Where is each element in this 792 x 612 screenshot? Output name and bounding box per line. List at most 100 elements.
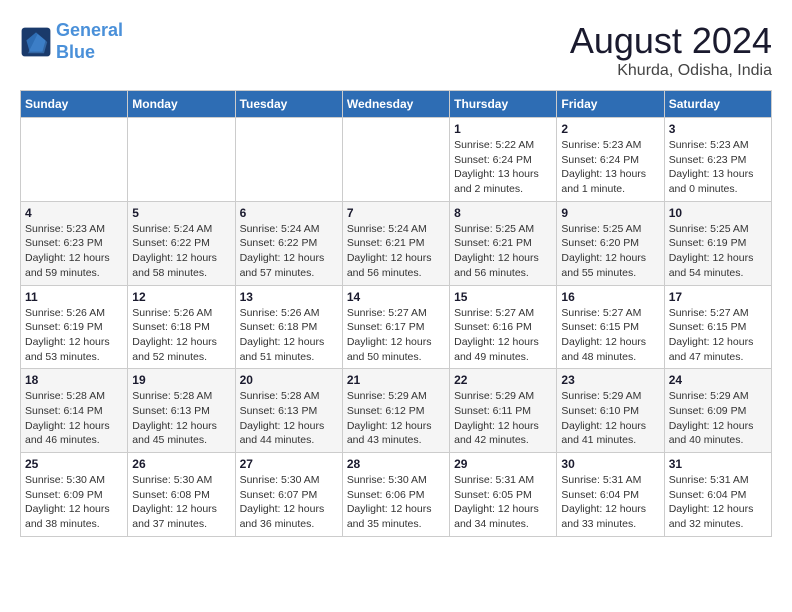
calendar-cell: 8 Sunrise: 5:25 AMSunset: 6:21 PMDaylight… xyxy=(450,201,557,285)
day-number: 23 xyxy=(561,373,659,387)
day-number: 19 xyxy=(132,373,230,387)
day-number: 24 xyxy=(669,373,767,387)
day-info: Sunrise: 5:26 AMSunset: 6:19 PMDaylight:… xyxy=(25,306,123,365)
day-info: Sunrise: 5:27 AMSunset: 6:15 PMDaylight:… xyxy=(669,306,767,365)
calendar-cell: 23 Sunrise: 5:29 AMSunset: 6:10 PMDayligh… xyxy=(557,369,664,453)
day-info: Sunrise: 5:26 AMSunset: 6:18 PMDaylight:… xyxy=(240,306,338,365)
day-info: Sunrise: 5:30 AMSunset: 6:07 PMDaylight:… xyxy=(240,473,338,532)
day-number: 9 xyxy=(561,206,659,220)
calendar-cell: 4 Sunrise: 5:23 AMSunset: 6:23 PMDaylight… xyxy=(21,201,128,285)
calendar-week-row: 18 Sunrise: 5:28 AMSunset: 6:14 PMDayligh… xyxy=(21,369,772,453)
day-number: 3 xyxy=(669,122,767,136)
day-info: Sunrise: 5:30 AMSunset: 6:06 PMDaylight:… xyxy=(347,473,445,532)
calendar-week-row: 25Sunrise: 5:30 AMSunset: 6:09 PMDayligh… xyxy=(21,453,772,537)
calendar-cell: 1Sunrise: 5:22 AMSunset: 6:24 PMDaylight… xyxy=(450,118,557,202)
calendar-week-row: 1Sunrise: 5:22 AMSunset: 6:24 PMDaylight… xyxy=(21,118,772,202)
calendar-cell: 7Sunrise: 5:24 AMSunset: 6:21 PMDaylight… xyxy=(342,201,449,285)
day-number: 12 xyxy=(132,290,230,304)
day-number: 28 xyxy=(347,457,445,471)
calendar-cell: 24Sunrise: 5:29 AMSunset: 6:09 PMDayligh… xyxy=(664,369,771,453)
day-number: 16 xyxy=(561,290,659,304)
day-number: 15 xyxy=(454,290,552,304)
calendar-cell xyxy=(128,118,235,202)
calendar-cell: 26 Sunrise: 5:30 AMSunset: 6:08 PMDayligh… xyxy=(128,453,235,537)
day-number: 6 xyxy=(240,206,338,220)
calendar-cell: 20Sunrise: 5:28 AMSunset: 6:13 PMDayligh… xyxy=(235,369,342,453)
calendar-cell: 15Sunrise: 5:27 AMSunset: 6:16 PMDayligh… xyxy=(450,285,557,369)
calendar-cell: 2Sunrise: 5:23 AMSunset: 6:24 PMDaylight… xyxy=(557,118,664,202)
day-info: Sunrise: 5:25 AMSunset: 6:21 PMDaylight:… xyxy=(454,222,552,281)
day-info: Sunrise: 5:28 AMSunset: 6:14 PMDaylight:… xyxy=(25,389,123,448)
day-info: Sunrise: 5:29 AMSunset: 6:12 PMDaylight:… xyxy=(347,389,445,448)
day-info: Sunrise: 5:22 AMSunset: 6:24 PMDaylight:… xyxy=(454,138,552,197)
main-title: August 2024 xyxy=(570,20,772,62)
calendar-cell: 13 Sunrise: 5:26 AMSunset: 6:18 PMDayligh… xyxy=(235,285,342,369)
calendar-week-row: 4 Sunrise: 5:23 AMSunset: 6:23 PMDaylight… xyxy=(21,201,772,285)
day-number: 22 xyxy=(454,373,552,387)
header-tuesday: Tuesday xyxy=(235,91,342,118)
calendar-cell: 5 Sunrise: 5:24 AMSunset: 6:22 PMDaylight… xyxy=(128,201,235,285)
day-info: Sunrise: 5:25 AMSunset: 6:19 PMDaylight:… xyxy=(669,222,767,281)
calendar-cell xyxy=(235,118,342,202)
page-header: General Blue August 2024 Khurda, Odisha,… xyxy=(20,20,772,80)
subtitle: Khurda, Odisha, India xyxy=(570,62,772,80)
calendar-cell: 30 Sunrise: 5:31 AMSunset: 6:04 PMDayligh… xyxy=(557,453,664,537)
day-info: Sunrise: 5:23 AMSunset: 6:23 PMDaylight:… xyxy=(25,222,123,281)
day-number: 13 xyxy=(240,290,338,304)
day-info: Sunrise: 5:24 AMSunset: 6:22 PMDaylight:… xyxy=(240,222,338,281)
calendar-cell xyxy=(21,118,128,202)
calendar-cell: 16Sunrise: 5:27 AMSunset: 6:15 PMDayligh… xyxy=(557,285,664,369)
day-number: 10 xyxy=(669,206,767,220)
calendar-cell: 9 Sunrise: 5:25 AMSunset: 6:20 PMDaylight… xyxy=(557,201,664,285)
calendar-cell: 31 Sunrise: 5:31 AMSunset: 6:04 PMDayligh… xyxy=(664,453,771,537)
calendar-table: SundayMondayTuesdayWednesdayThursdayFrid… xyxy=(20,90,772,537)
day-number: 21 xyxy=(347,373,445,387)
calendar-cell: 10 Sunrise: 5:25 AMSunset: 6:19 PMDayligh… xyxy=(664,201,771,285)
day-info: Sunrise: 5:28 AMSunset: 6:13 PMDaylight:… xyxy=(132,389,230,448)
day-number: 2 xyxy=(561,122,659,136)
day-number: 29 xyxy=(454,457,552,471)
logo-text: General Blue xyxy=(56,20,123,63)
day-number: 5 xyxy=(132,206,230,220)
calendar-cell: 3 Sunrise: 5:23 AMSunset: 6:23 PMDaylight… xyxy=(664,118,771,202)
day-number: 25 xyxy=(25,457,123,471)
day-number: 11 xyxy=(25,290,123,304)
day-number: 4 xyxy=(25,206,123,220)
header-sunday: Sunday xyxy=(21,91,128,118)
calendar-cell: 6 Sunrise: 5:24 AMSunset: 6:22 PMDaylight… xyxy=(235,201,342,285)
calendar-cell: 11 Sunrise: 5:26 AMSunset: 6:19 PMDayligh… xyxy=(21,285,128,369)
day-info: Sunrise: 5:24 AMSunset: 6:22 PMDaylight:… xyxy=(132,222,230,281)
header-friday: Friday xyxy=(557,91,664,118)
day-number: 31 xyxy=(669,457,767,471)
calendar-cell xyxy=(342,118,449,202)
day-number: 27 xyxy=(240,457,338,471)
calendar-cell: 25Sunrise: 5:30 AMSunset: 6:09 PMDayligh… xyxy=(21,453,128,537)
title-block: August 2024 Khurda, Odisha, India xyxy=(570,20,772,80)
day-info: Sunrise: 5:29 AMSunset: 6:10 PMDaylight:… xyxy=(561,389,659,448)
day-number: 26 xyxy=(132,457,230,471)
calendar-cell: 21 Sunrise: 5:29 AMSunset: 6:12 PMDayligh… xyxy=(342,369,449,453)
day-number: 30 xyxy=(561,457,659,471)
logo: General Blue xyxy=(20,20,123,63)
day-info: Sunrise: 5:23 AMSunset: 6:23 PMDaylight:… xyxy=(669,138,767,197)
day-info: Sunrise: 5:26 AMSunset: 6:18 PMDaylight:… xyxy=(132,306,230,365)
calendar-header-row: SundayMondayTuesdayWednesdayThursdayFrid… xyxy=(21,91,772,118)
calendar-cell: 29Sunrise: 5:31 AMSunset: 6:05 PMDayligh… xyxy=(450,453,557,537)
calendar-cell: 18 Sunrise: 5:28 AMSunset: 6:14 PMDayligh… xyxy=(21,369,128,453)
calendar-cell: 19 Sunrise: 5:28 AMSunset: 6:13 PMDayligh… xyxy=(128,369,235,453)
day-info: Sunrise: 5:31 AMSunset: 6:04 PMDaylight:… xyxy=(561,473,659,532)
header-saturday: Saturday xyxy=(664,91,771,118)
header-wednesday: Wednesday xyxy=(342,91,449,118)
day-number: 14 xyxy=(347,290,445,304)
header-thursday: Thursday xyxy=(450,91,557,118)
day-number: 17 xyxy=(669,290,767,304)
day-info: Sunrise: 5:29 AMSunset: 6:11 PMDaylight:… xyxy=(454,389,552,448)
day-info: Sunrise: 5:30 AMSunset: 6:08 PMDaylight:… xyxy=(132,473,230,532)
day-number: 18 xyxy=(25,373,123,387)
calendar-cell: 27 Sunrise: 5:30 AMSunset: 6:07 PMDayligh… xyxy=(235,453,342,537)
day-info: Sunrise: 5:31 AMSunset: 6:04 PMDaylight:… xyxy=(669,473,767,532)
logo-icon xyxy=(20,26,52,58)
day-info: Sunrise: 5:27 AMSunset: 6:17 PMDaylight:… xyxy=(347,306,445,365)
day-number: 8 xyxy=(454,206,552,220)
day-info: Sunrise: 5:25 AMSunset: 6:20 PMDaylight:… xyxy=(561,222,659,281)
